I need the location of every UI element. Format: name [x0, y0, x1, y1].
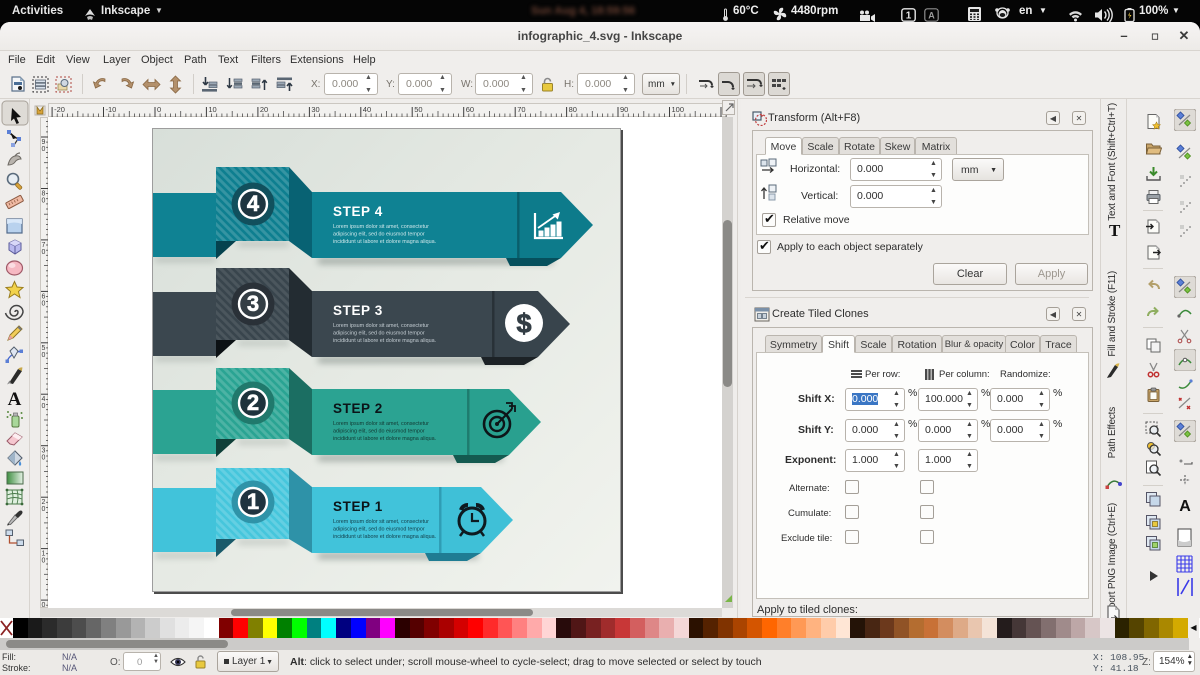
svg-text:1: 1 [247, 489, 259, 514]
svg-text:Lorem ipsum dolor sit amet, co: Lorem ipsum dolor sit amet, consectetur [333, 421, 429, 427]
svg-text:A: A [928, 11, 935, 21]
svg-text:0: 0 [42, 146, 46, 153]
svg-text:50: 50 [414, 105, 422, 114]
svg-text:1: 1 [42, 551, 46, 558]
svg-text:60: 60 [466, 105, 474, 114]
svg-text:2: 2 [247, 390, 259, 415]
svg-text:Lorem ipsum dolor sit amet, co: Lorem ipsum dolor sit amet, consectetur [333, 224, 429, 230]
svg-text:4: 4 [247, 191, 260, 216]
svg-text:incididunt ut labore et dolore: incididunt ut labore et dolore magna ali… [333, 436, 436, 442]
svg-text:0: 0 [42, 352, 46, 359]
svg-text:30: 30 [311, 105, 319, 114]
svg-text:0: 0 [42, 249, 46, 256]
svg-text:adipiscing elit, sed do eiusmo: adipiscing elit, sed do eiusmod tempor [333, 232, 425, 238]
svg-text:adipiscing elit, sed do eiusmo: adipiscing elit, sed do eiusmod tempor [333, 429, 425, 435]
svg-text:3: 3 [247, 291, 259, 316]
svg-text:STEP 2: STEP 2 [333, 401, 383, 416]
svg-text:$: $ [516, 309, 531, 339]
svg-text:5: 5 [42, 345, 46, 352]
svg-text:4: 4 [42, 396, 46, 403]
svg-text:A: A [1179, 498, 1191, 515]
svg-text:7: 7 [42, 242, 46, 249]
svg-text:40: 40 [363, 105, 371, 114]
svg-text:9: 9 [42, 139, 46, 146]
svg-text:80: 80 [569, 105, 577, 114]
svg-text:0: 0 [42, 455, 46, 462]
svg-text:adipiscing elit, sed do eiusmo: adipiscing elit, sed do eiusmod tempor [333, 527, 425, 533]
svg-text:0: 0 [42, 403, 46, 410]
svg-text:70: 70 [517, 105, 525, 114]
svg-text:0: 0 [157, 105, 161, 114]
svg-text:10: 10 [208, 105, 216, 114]
svg-text:incididunt ut labore et dolore: incididunt ut labore et dolore magna ali… [333, 338, 436, 344]
svg-text:A: A [8, 389, 22, 410]
svg-text:-20: -20 [54, 105, 65, 114]
svg-text:1: 1 [906, 11, 912, 22]
svg-text:incididunt ut labore et dolore: incididunt ut labore et dolore magna ali… [333, 239, 436, 245]
svg-text:0: 0 [42, 506, 46, 513]
svg-text:8: 8 [42, 191, 46, 198]
svg-text:T: T [1109, 222, 1121, 240]
svg-text:0: 0 [42, 558, 46, 565]
svg-text:Lorem ipsum dolor sit amet, co: Lorem ipsum dolor sit amet, consectetur [333, 519, 429, 525]
svg-text:0: 0 [42, 198, 46, 205]
svg-text:incididunt ut labore et dolore: incididunt ut labore et dolore magna ali… [333, 534, 436, 540]
svg-text:adipiscing elit, sed do eiusmo: adipiscing elit, sed do eiusmod tempor [333, 331, 425, 337]
svg-text:2: 2 [42, 499, 46, 506]
svg-text:90: 90 [620, 105, 628, 114]
svg-text:100: 100 [672, 105, 685, 114]
svg-text:STEP 4: STEP 4 [333, 204, 383, 219]
svg-text:6: 6 [42, 293, 46, 300]
svg-text:STEP 3: STEP 3 [333, 303, 383, 318]
svg-text:0: 0 [42, 300, 46, 307]
svg-text:STEP 1: STEP 1 [333, 499, 383, 514]
svg-text:Lorem ipsum dolor sit amet, co: Lorem ipsum dolor sit amet, consectetur [333, 323, 429, 329]
svg-text:3: 3 [42, 448, 46, 455]
svg-text:20: 20 [260, 105, 268, 114]
svg-text:-10: -10 [106, 105, 117, 114]
